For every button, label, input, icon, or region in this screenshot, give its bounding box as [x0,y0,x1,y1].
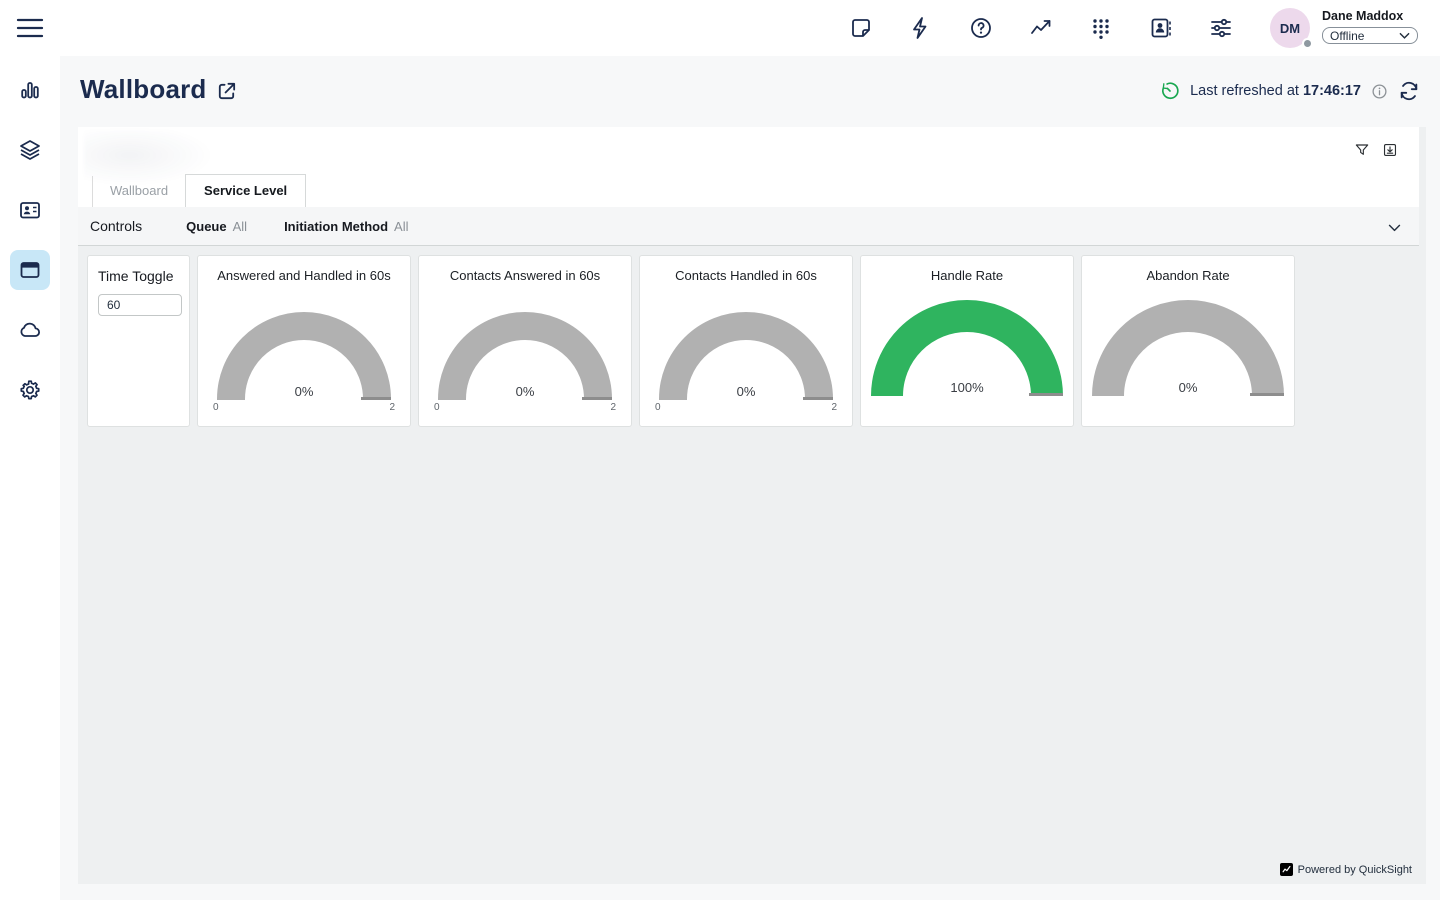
gauge-axis: 0 2 [434,402,616,413]
top-header: DM Dane Maddox Offline [0,0,1440,56]
left-sidebar [0,56,60,900]
preferences-sliders-icon[interactable] [1209,16,1233,40]
info-icon[interactable] [1371,83,1388,100]
time-toggle-card: Time Toggle [87,255,190,427]
gauge-target-tick [361,397,391,400]
gauge-axis: 0 2 [213,402,395,413]
cloud-icon [18,318,42,342]
controls-collapse-chevron-icon[interactable] [1386,219,1403,236]
gauge-chart: 0% [659,312,833,400]
sidebar-item-metrics[interactable] [10,70,50,110]
last-refreshed-text: Last refreshed at 17:46:17 [1190,83,1361,99]
contact-card-icon [18,198,42,222]
gauge-target-tick [1250,393,1284,396]
time-toggle-label: Time Toggle [98,268,179,284]
open-in-new-icon[interactable] [215,80,238,103]
menu-icon[interactable] [16,16,44,40]
header-icon-row [849,16,1233,40]
refresh-status-row: Last refreshed at 17:46:17 [1160,80,1420,102]
filter-queue-label: Queue [186,219,226,234]
status-dot [1302,38,1313,49]
panel-tools [1354,142,1398,158]
wallboard-window-icon [18,258,42,282]
metrics-bars-icon [18,78,42,102]
gauge-chart: 100% [871,300,1063,396]
gauge-axis: 0 2 [655,402,837,413]
status-select-value: Offline [1330,29,1364,43]
status-select[interactable]: Offline [1322,27,1418,44]
sidebar-item-layers[interactable] [10,130,50,170]
sidebar-item-cloud[interactable] [10,310,50,350]
tab-wallboard[interactable]: Wallboard [92,176,185,207]
tab-service-level[interactable]: Service Level [185,174,306,207]
gauge-chart: 0% [217,312,391,400]
powered-by-text: Powered by QuickSight [1298,864,1412,876]
quicksight-logo-icon [1280,863,1293,876]
filter-initiation-method-label: Initiation Method [284,219,388,234]
controls-bar: Controls Queue All Initiation Method All [78,207,1419,246]
filter-initiation-method-value[interactable]: All [394,219,408,234]
timer-icon [1160,81,1180,101]
gauge-axis-min: 0 [655,402,661,413]
last-refreshed-time: 17:46:17 [1303,83,1361,99]
controls-title: Controls [90,218,142,234]
refresh-icon[interactable] [1398,80,1420,102]
avatar[interactable]: DM [1270,8,1310,48]
last-refreshed-label: Last refreshed at [1190,83,1299,99]
chevron-down-icon [1399,32,1410,40]
gauge-card-abandon-rate: Abandon Rate 0% [1081,255,1295,427]
analytics-icon[interactable] [1029,16,1053,40]
gauge-axis-max: 2 [831,402,837,413]
gauge-target-tick [803,397,833,400]
gauge-title: Abandon Rate [1090,268,1286,283]
sheet-tabs: Wallboard Service Level [92,174,306,207]
gauge-card-contacts-answered: Contacts Answered in 60s 0% 0 2 [418,255,632,427]
filter-icon[interactable] [1354,142,1370,158]
page-title: Wallboard [80,74,207,105]
sidebar-item-contacts[interactable] [10,190,50,230]
gauge-axis-max: 2 [389,402,395,413]
gauge-target-tick [1029,393,1063,396]
gauge-axis-min: 0 [213,402,219,413]
gear-icon [18,378,42,402]
avatar-initials: DM [1280,21,1300,36]
gauge-card-handle-rate: Handle Rate 100% [860,255,1074,427]
gauge-axis-max: 2 [610,402,616,413]
sheet-tab-bar: Wallboard Service Level [78,127,1419,207]
gauge-axis-min: 0 [434,402,440,413]
export-download-icon[interactable] [1382,142,1398,158]
help-icon[interactable] [969,16,993,40]
cards-row: Time Toggle Answered and Handled in 60s … [87,255,1295,427]
gauge-title: Answered and Handled in 60s [206,268,402,283]
sidebar-item-wallboard[interactable] [10,250,50,290]
gauge-title: Handle Rate [869,268,1065,283]
quick-actions-icon[interactable] [909,16,933,40]
gauge-target-tick [582,397,612,400]
dashboard-embed: Wallboard Service Level Controls Queue A… [78,127,1426,884]
directory-icon[interactable] [1149,16,1173,40]
gauge-title: Contacts Handled in 60s [648,268,844,283]
gauge-card-answered-handled: Answered and Handled in 60s 0% 0 2 [197,255,411,427]
filter-queue-value[interactable]: All [233,219,247,234]
quicksight-attribution: Powered by QuickSight [1280,863,1412,876]
gauge-title: Contacts Answered in 60s [427,268,623,283]
gauge-chart: 0% [1092,300,1284,396]
user-block: Dane Maddox Offline [1322,9,1418,44]
layers-icon [18,138,42,162]
time-toggle-input[interactable] [98,294,182,316]
dialpad-icon[interactable] [1089,16,1113,40]
gauge-chart: 0% [438,312,612,400]
note-icon[interactable] [849,16,873,40]
sidebar-item-settings[interactable] [10,370,50,410]
user-name: Dane Maddox [1322,9,1418,23]
gauge-card-contacts-handled: Contacts Handled in 60s 0% 0 2 [639,255,853,427]
